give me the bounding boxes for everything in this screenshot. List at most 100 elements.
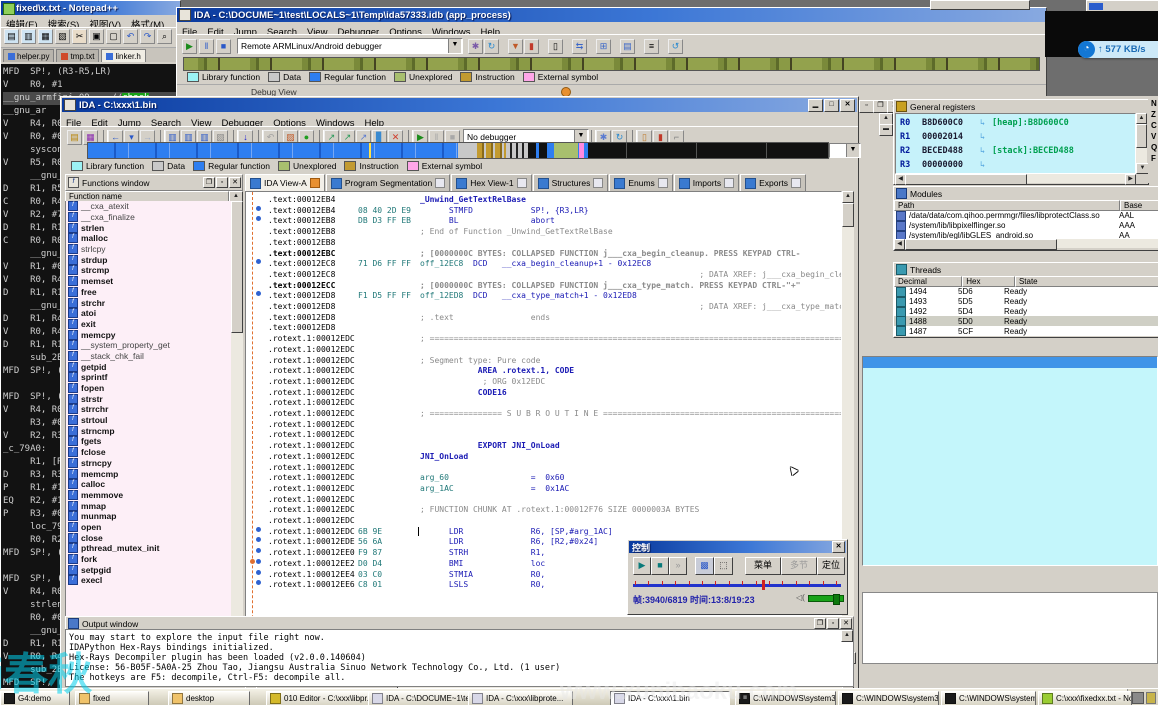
debugger-run-icon[interactable]: ▶ [182, 39, 197, 54]
thread-row[interactable]: 14885D0Ready [894, 316, 1158, 326]
volume-slider[interactable] [808, 595, 844, 602]
step-button[interactable]: » [669, 557, 687, 575]
register-name[interactable]: R3 [900, 160, 910, 170]
menu-格式(M)[interactable]: 格式(M) [131, 17, 164, 27]
notepadpp-titlebar[interactable]: fixed\x.txt - Notepad++ [1, 1, 180, 15]
pane-restore-button[interactable]: ❐ [873, 100, 888, 113]
functions-list[interactable]: f __cxa_atexit f __cxa_finalize f strlen… [65, 201, 231, 661]
function-item[interactable]: f close [66, 532, 231, 543]
menu-button[interactable]: 菜单 [745, 557, 781, 575]
pane-restore-button[interactable]: ❐ [203, 177, 215, 188]
menu-Help[interactable]: Help [480, 27, 500, 34]
register-name[interactable]: R1 [900, 132, 910, 142]
breakpoint-dot[interactable] [256, 580, 261, 585]
stop-button[interactable]: ■ [651, 557, 669, 575]
tab-Imports[interactable]: Imports [674, 174, 739, 191]
disasm-line[interactable]: .rotext.1:00012EDC [246, 516, 841, 527]
tab-tmp.txt[interactable]: tmp.txt [56, 49, 99, 62]
function-item[interactable]: f exit [66, 319, 231, 330]
menu-Help[interactable]: Help [364, 118, 384, 126]
function-item[interactable]: f strlcpy [66, 244, 231, 255]
disasm-line[interactable]: .rotext.1:00012EDC ; ORG 0x12EDC [246, 377, 841, 388]
undo-icon[interactable]: ↶ [123, 29, 138, 44]
register-value[interactable]: BECED488 [922, 146, 963, 156]
breakpoint-dot[interactable] [256, 548, 261, 553]
register-note[interactable]: [heap]:B8D600C0 [992, 118, 1069, 128]
disasm-line[interactable]: .rotext.1:00012EDC; =============== S U … [246, 409, 841, 420]
menu-Jump[interactable]: Jump [118, 118, 141, 126]
scroll-fragment[interactable]: ▬ [879, 124, 893, 136]
step-over-icon[interactable]: ↻ [484, 39, 499, 54]
disasm-line[interactable]: .text:00012EB8DB D3 FF EB BL abort [246, 216, 841, 227]
search-icon[interactable]: ⌕ [157, 29, 172, 44]
modules-icon[interactable]: ⊞ [596, 39, 611, 54]
pane-close-button[interactable]: ✕ [840, 618, 852, 629]
disasm-line[interactable]: .text:00012EC8 ; DATA XREF: j___cxa_begi… [246, 270, 841, 281]
save-icon[interactable]: ▦ [38, 29, 53, 44]
function-item[interactable]: f memset [66, 276, 231, 287]
open-file-icon[interactable]: ▥ [21, 29, 36, 44]
taskbar-item[interactable]: desktop [168, 691, 250, 705]
disasm-line[interactable]: .text:00012EB4_Unwind_GetTextRelBase [246, 195, 841, 206]
function-item[interactable]: f sprintf [66, 372, 231, 383]
column-decimal[interactable]: Decimal [894, 276, 962, 287]
breakpoint-dot[interactable] [256, 206, 261, 211]
close-button[interactable]: ✕ [840, 99, 855, 112]
function-item[interactable]: f strlen [66, 222, 231, 233]
registers-titlebar[interactable]: General registers [894, 100, 1148, 113]
output-log[interactable]: You may start to explore the input file … [65, 629, 854, 687]
tab-Enums[interactable]: Enums [609, 174, 672, 191]
pane-float-button[interactable]: ▫ [827, 618, 839, 629]
function-item[interactable]: f memcmp [66, 468, 231, 479]
tab-Hex View-1[interactable]: Hex View-1 [451, 174, 531, 191]
tab-linker.h[interactable]: linker.h [101, 49, 145, 62]
control-titlebar[interactable]: 控制 ✕ [629, 541, 846, 553]
function-item[interactable]: f execl [66, 575, 231, 586]
cut-icon[interactable]: ✂ [72, 29, 87, 44]
chevron-down-icon[interactable]: ▼ [448, 39, 461, 53]
breakpoint-dot[interactable] [256, 291, 261, 296]
tab-IDA View-A[interactable]: IDA View-A [245, 174, 325, 191]
breakpoint-dot[interactable] [256, 570, 261, 575]
function-item[interactable]: f __cxa_atexit [66, 201, 231, 212]
function-item[interactable]: f fgets [66, 436, 231, 447]
disasm-line[interactable]: .rotext.1:00012EDC [246, 430, 841, 441]
tab-state-icon[interactable] [791, 178, 801, 188]
debugger-pause-icon[interactable]: ‖ [199, 39, 214, 54]
register-value[interactable]: 00000000 [922, 160, 963, 170]
function-item[interactable]: f memmove [66, 490, 231, 501]
threads-titlebar[interactable]: Threads [894, 263, 1158, 276]
locate-button[interactable]: 定位 [817, 557, 845, 575]
taskbar-item[interactable]: C:\WINDOWS\system3... [941, 691, 1036, 705]
functions-titlebar[interactable]: f Functions window ❐ ▫ ✕ [65, 174, 243, 191]
close-button[interactable]: ✕ [832, 541, 845, 553]
module-row[interactable]: /system/lib/libpixelflinger.so AAA [894, 221, 1158, 231]
taskbar-item[interactable]: G4:demo [0, 691, 70, 705]
disasm-line[interactable]: .rotext.1:00012EDC [246, 345, 841, 356]
menu-Windows[interactable]: Windows [316, 118, 355, 126]
menu-视图(V)[interactable]: 视图(V) [89, 17, 121, 27]
disasm-line[interactable]: .text:00012EB8; End of Function _Unwind_… [246, 227, 841, 238]
breakpoint-dot[interactable] [256, 259, 261, 264]
open-file-icon[interactable]: ▤ [67, 130, 82, 145]
debugger-stop-icon[interactable]: ■ [216, 39, 231, 54]
taskbar-item[interactable]: IDA - C:\xxx\libprote... [468, 691, 573, 705]
taskbar-item[interactable]: 010 Editor - C:\xxx\libpr... [266, 691, 372, 705]
netspeed-badge[interactable]: ◔ ↑ 577 KB/s [1078, 41, 1158, 58]
maximize-button[interactable]: □ [824, 99, 839, 112]
disasm-line[interactable]: .text:00012ECC; [0000000C BYTES: COLLAPS… [246, 281, 841, 292]
thread-row[interactable]: 14935D5Ready [894, 297, 1158, 307]
registers-hscroll[interactable]: ◀ ▶ [895, 174, 1136, 183]
register-name[interactable]: R0 [900, 118, 910, 128]
disasm-line[interactable]: .text:00012EBC; [0000000C BYTES: COLLAPS… [246, 249, 841, 260]
disasm-line[interactable]: .rotext.1:00012EDCarg_1AC = 0x1AC [246, 484, 841, 495]
function-item[interactable]: f atoi [66, 308, 231, 319]
registers-icon[interactable]: ▤ [620, 39, 635, 54]
stack-icon[interactable]: ≡ [644, 39, 659, 54]
main-titlebar[interactable]: IDA - C:\xxx\1.bin ▁ □ ✕ [62, 98, 857, 112]
menu-Options[interactable]: Options [273, 118, 306, 126]
disasm-line[interactable]: .text:00012ED8 [246, 323, 841, 334]
function-item[interactable]: f getpid [66, 361, 231, 372]
function-item[interactable]: f calloc [66, 479, 231, 490]
disasm-line[interactable]: .text:00012ED8 ; DATA XREF: j___cxa_type… [246, 302, 841, 313]
